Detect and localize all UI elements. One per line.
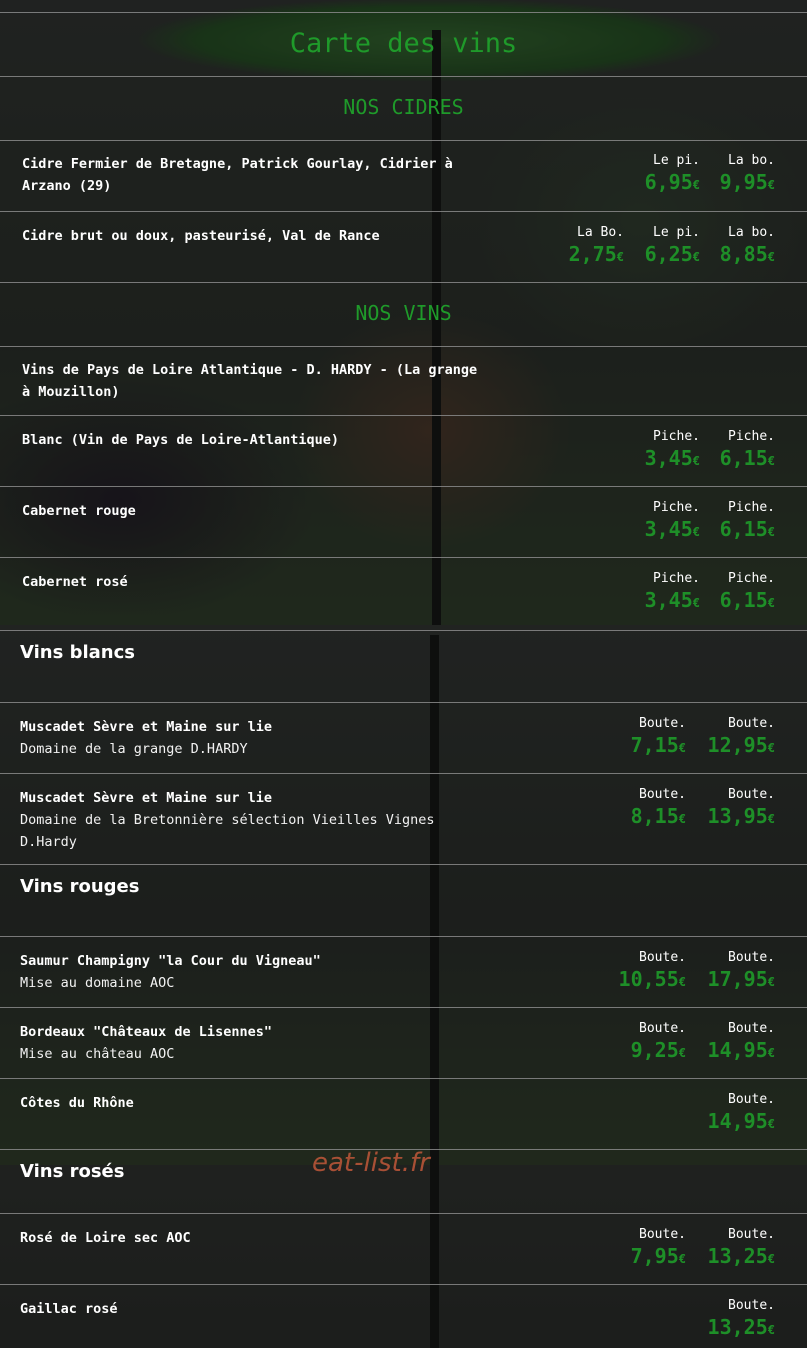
price: Boute. 17,95€: [707, 950, 775, 991]
item-name: Côtes du Rhône: [20, 1095, 134, 1111]
item-name: Cabernet rouge: [22, 503, 136, 519]
item-name: Cidre Fermier de Bretagne, Patrick Gourl…: [22, 156, 453, 194]
wine-menu: Carte des vins NOS CIDRES Cidre Fermier …: [0, 0, 807, 1348]
item-name: Gaillac rosé: [20, 1301, 118, 1317]
price: Boute. 7,95€: [630, 1227, 686, 1268]
price: Piche. 3,45€: [644, 500, 700, 541]
price: Le pi. 6,95€: [644, 153, 700, 194]
item-name: Muscadet Sèvre et Maine sur lie Domaine …: [20, 719, 272, 757]
price: Boute. 12,95€: [707, 716, 775, 757]
item-name: Cidre brut ou doux, pasteurisé, Val de R…: [22, 228, 380, 244]
price: Piche. 6,15€: [719, 500, 775, 541]
price: Piche. 6,15€: [719, 429, 775, 470]
section-title-vins: NOS VINS: [355, 301, 452, 325]
category-title-rouges: Vins rouges: [20, 876, 140, 897]
price: Boute. 14,95€: [707, 1092, 775, 1133]
price: Boute. 9,25€: [630, 1021, 686, 1062]
category-title-roses: Vins rosés: [20, 1161, 125, 1182]
price: Boute. 8,15€: [630, 787, 686, 828]
category-title-blancs: Vins blancs: [20, 642, 135, 663]
item-name: Rosé de Loire sec AOC: [20, 1230, 191, 1246]
item-name: Vins de Pays de Loire Atlantique - D. HA…: [22, 362, 478, 400]
page-title: Carte des vins: [289, 28, 518, 59]
price: Piche. 6,15€: [719, 571, 775, 612]
section-title-cidres: NOS CIDRES: [343, 95, 464, 119]
watermark: eat-list.fr: [312, 1148, 430, 1178]
item-name: Blanc (Vin de Pays de Loire-Atlantique): [22, 432, 339, 448]
price: La Bo. 2,75€: [568, 225, 624, 266]
price: Boute. 10,55€: [618, 950, 686, 991]
price: Piche. 3,45€: [644, 429, 700, 470]
price: Piche. 3,45€: [644, 571, 700, 612]
item-name: Bordeaux "Châteaux de Lisennes" Mise au …: [20, 1024, 272, 1062]
price: Boute. 13,25€: [707, 1298, 775, 1339]
price: Le pi. 6,25€: [644, 225, 700, 266]
price: La bo. 9,95€: [719, 153, 775, 194]
item-name: Saumur Champigny "la Cour du Vigneau" Mi…: [20, 953, 321, 991]
price: Boute. 13,25€: [707, 1227, 775, 1268]
item-name: Cabernet rosé: [22, 574, 128, 590]
price: La bo. 8,85€: [719, 225, 775, 266]
item-name: Muscadet Sèvre et Maine sur lie Domaine …: [20, 790, 435, 850]
price: Boute. 13,95€: [707, 787, 775, 828]
price: Boute. 7,15€: [630, 716, 686, 757]
price: Boute. 14,95€: [707, 1021, 775, 1062]
